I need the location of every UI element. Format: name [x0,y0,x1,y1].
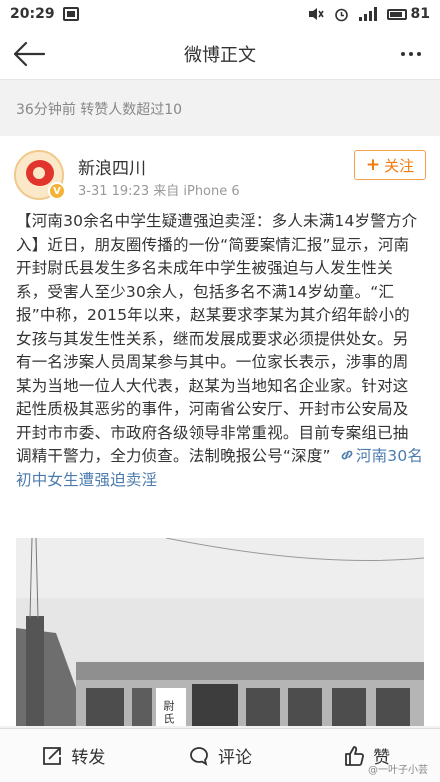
status-time: 20:29 [10,6,55,22]
page-title: 微博正文 [184,44,256,66]
comment-icon [190,746,208,766]
photo-signage: 尉氏 [162,700,175,726]
user-name[interactable]: 新浪四川 [78,154,146,179]
battery-indicator: 81 [386,6,430,22]
battery-icon [386,8,407,20]
comment-label: 评论 [218,748,252,768]
repost-icon [43,746,62,765]
sina-eye-logo-icon [26,160,54,186]
repost-label: 转发 [71,748,106,768]
more-dot-icon [417,52,421,56]
nav-bar: 微博正文 [0,28,440,80]
verified-badge-icon: V [48,182,66,200]
repost-meta: 36分钟前 转赞人数超过10 [0,92,440,126]
weibo-post: V 新浪四川 3-31 19:23 来自 iPhone 6 + 关注 【河南30… [0,136,440,726]
back-button[interactable] [12,38,46,70]
plus-icon: + [365,154,381,175]
bottom-toolbar: 转发 评论 赞 @一叶子小芸 [0,728,440,782]
status-icons: 81 [308,6,430,22]
post-body-text: 【河南30余名中学生疑遭强迫卖淫：多人未满14岁警方介入】近日，朋友圈传播的一份… [16,212,418,465]
post-meta: 3-31 19:23 来自 iPhone 6 [78,184,240,199]
thumbs-up-icon [345,745,365,766]
more-button[interactable] [398,40,424,68]
status-bar: 20:29 81 [0,0,440,28]
repost-button[interactable]: 转发 [0,729,147,782]
follow-button[interactable]: + 关注 [354,150,426,180]
comment-button[interactable]: 评论 [147,729,294,782]
mute-icon [308,8,324,20]
notification-icon [62,7,79,21]
more-dot-icon [409,52,413,56]
post-photo[interactable]: 尉氏 [16,538,424,726]
watermark: @一叶子小芸 [368,765,428,776]
signal-icon [358,7,377,21]
more-dot-icon [401,52,405,56]
follow-label: 关注 [384,156,415,175]
alarm-icon [334,8,348,21]
link-icon [341,450,353,460]
building-photo [16,538,424,726]
battery-percent: 81 [410,6,430,22]
post-body: 【河南30余名中学生疑遭强迫卖淫：多人未满14岁警方介入】近日，朋友圈传播的一份… [16,210,424,492]
arrow-left-icon [13,41,46,67]
